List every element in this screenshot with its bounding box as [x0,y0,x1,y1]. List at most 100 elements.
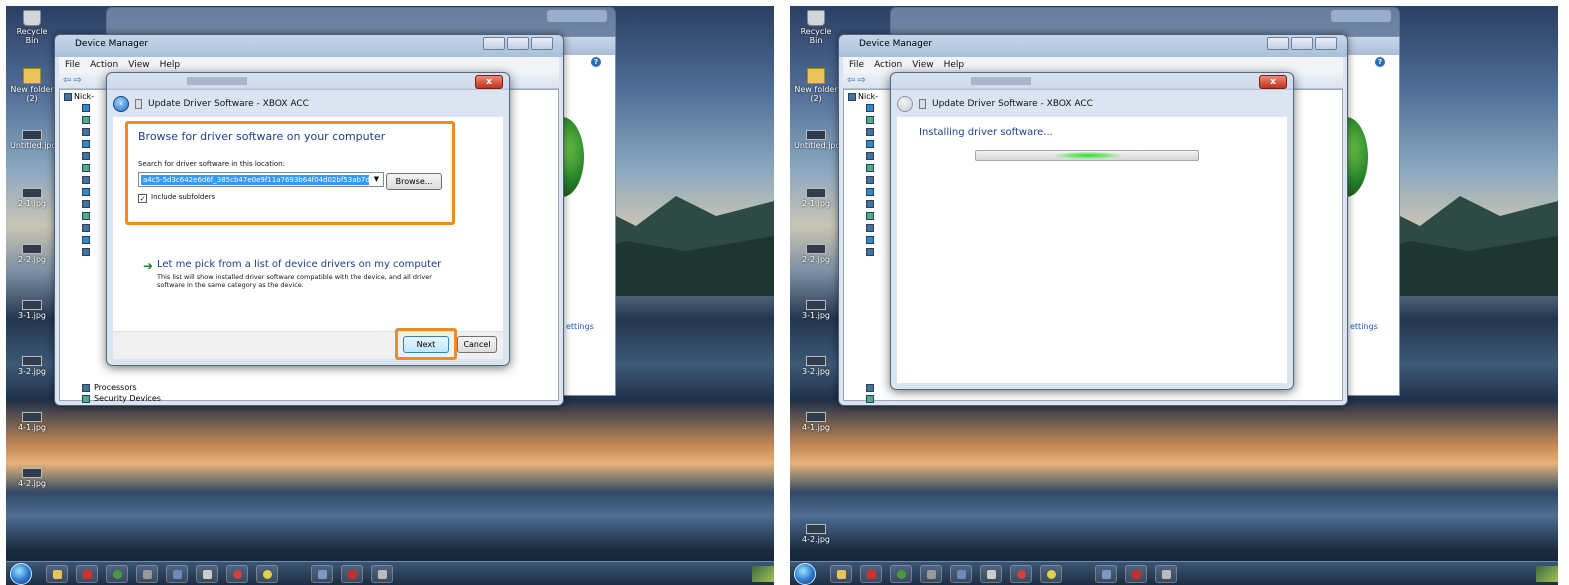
image-file-icon[interactable]: 2-1.jpg [10,182,54,222]
image-file-icon[interactable]: 2-2.jpg [794,238,838,278]
menu-help[interactable]: Help [944,60,965,70]
app-taskbar-icon[interactable] [76,565,98,583]
tray-icon[interactable] [752,566,774,582]
dialog-footer: Next Cancel [113,328,503,360]
calculator-taskbar-icon[interactable] [920,565,942,583]
device-icon [919,99,926,109]
cancel-button[interactable]: Cancel [457,336,497,353]
menu-file[interactable]: File [65,60,80,70]
include-subfolders-label: Include subfolders [151,193,216,201]
image-file-icon[interactable]: 2-1.jpg [794,182,838,222]
app-taskbar-icon[interactable] [1125,565,1147,583]
next-button[interactable]: Next [403,336,449,353]
app-taskbar-icon[interactable] [860,565,882,583]
back-forward-arrows-icon[interactable]: ⇦⇨ [847,75,877,87]
device-manager-taskbar-icon[interactable] [311,565,333,583]
image-file-icon[interactable]: 3-2.jpg [794,350,838,390]
image-file-icon[interactable]: 3-1.jpg [794,294,838,334]
tray-icon[interactable] [1536,566,1558,582]
menu-action[interactable]: Action [90,60,118,70]
menu-file[interactable]: File [849,60,864,70]
app-taskbar-icon[interactable] [226,565,248,583]
chrome-taskbar-icon[interactable] [890,565,912,583]
chrome-taskbar-icon[interactable] [106,565,128,583]
maximize-button[interactable] [1291,37,1313,50]
app-taskbar-icon[interactable] [950,565,972,583]
help-icon[interactable]: ? [591,57,601,67]
close-button[interactable] [1315,37,1337,50]
maximize-button[interactable] [507,37,529,50]
app-taskbar-icon[interactable] [196,565,218,583]
calculator-taskbar-icon[interactable] [136,565,158,583]
app-taskbar-icon[interactable] [1010,565,1032,583]
app-taskbar-icon[interactable] [341,565,363,583]
app-taskbar-icon[interactable] [1040,565,1062,583]
device-icon [82,164,90,172]
help-icon[interactable]: ? [1375,57,1385,67]
device-icon [135,99,142,109]
image-file-icon[interactable]: 3-1.jpg [10,294,54,334]
close-button[interactable]: x [475,75,503,89]
image-file-icon[interactable]: 4-1.jpg [794,406,838,446]
dialog-body: Browse for driver software on your compu… [113,117,503,331]
app-taskbar-icon[interactable] [1155,565,1177,583]
image-file-icon[interactable]: Untitled.jpg [10,124,57,164]
tree-root[interactable]: Nick- [858,92,878,101]
device-icon [82,188,90,196]
menu-action[interactable]: Action [874,60,902,70]
menu-help[interactable]: Help [160,60,181,70]
pick-driver-link[interactable]: Let me pick from a list of device driver… [157,259,441,270]
settings-link[interactable]: ettings [1350,322,1378,331]
image-file-icon[interactable]: 4-2.jpg [10,462,54,502]
desktop-icon-label: 3-1.jpg [802,311,830,320]
driver-path-combo[interactable]: a4c5-5d3c642e6d6f_385cb47e0e9f11a7693b64… [138,172,384,187]
desktop-icon-label: 2-2.jpg [18,255,46,264]
device-manager-taskbar-icon[interactable] [1095,565,1117,583]
explorer-taskbar-icon[interactable] [46,565,68,583]
window-controls [547,10,607,22]
tree-root[interactable]: Nick- [74,92,94,101]
minimize-button[interactable] [483,37,505,50]
dialog-title: Update Driver Software - XBOX ACC [148,99,309,109]
tree-item-processors[interactable]: Processors [94,383,137,392]
desktop-icon-label: Recycle Bin [800,27,832,45]
image-file-icon[interactable]: 4-2.jpg [794,518,838,558]
explorer-taskbar-icon[interactable] [830,565,852,583]
app-taskbar-icon[interactable] [166,565,188,583]
chevron-down-icon[interactable]: ▼ [371,174,382,185]
device-icon [866,224,874,232]
browse-button[interactable]: Browse... [386,173,442,190]
tree-item-security-devices[interactable]: Security Devices [94,394,161,403]
search-location-label: Search for driver software in this locat… [138,160,285,168]
device-icon [866,236,874,244]
recycle-bin-icon[interactable]: Recycle Bin [794,8,838,48]
close-button[interactable]: x [1259,75,1287,89]
recycle-bin-icon[interactable]: Recycle Bin [10,8,54,48]
app-taskbar-icon[interactable] [256,565,278,583]
image-file-icon[interactable]: Untitled.jpg [794,124,841,164]
close-button[interactable] [531,37,553,50]
back-forward-arrows-icon[interactable]: ⇦⇨ [63,75,93,87]
desktop-icon-label: 2-1.jpg [802,199,830,208]
app-taskbar-icon[interactable] [371,565,393,583]
back-arrow-icon[interactable]: ‹ [113,96,129,112]
image-file-icon[interactable]: 3-2.jpg [10,350,54,390]
start-button-icon[interactable] [10,563,32,585]
folder-icon[interactable]: New folder (2) [794,66,838,106]
include-subfolders-checkbox[interactable]: ✓ [138,194,147,203]
menu-view[interactable]: View [128,60,149,70]
desktop-icon-label: 3-2.jpg [18,367,46,376]
menu-view[interactable]: View [912,60,933,70]
driver-path-value: a4c5-5d3c642e6d6f_385cb47e0e9f11a7693b64… [141,175,369,185]
image-file-icon[interactable]: 2-2.jpg [10,238,54,278]
window-title: Device Manager [859,39,933,49]
folder-icon[interactable]: New folder (2) [10,66,54,106]
start-button-icon[interactable] [794,563,816,585]
device-icon [866,176,874,184]
image-file-icon[interactable]: 4-1.jpg [10,406,54,446]
minimize-button[interactable] [1267,37,1289,50]
processor-icon [82,384,90,392]
settings-link[interactable]: ettings [566,322,594,331]
window-controls [483,37,553,51]
app-taskbar-icon[interactable] [980,565,1002,583]
